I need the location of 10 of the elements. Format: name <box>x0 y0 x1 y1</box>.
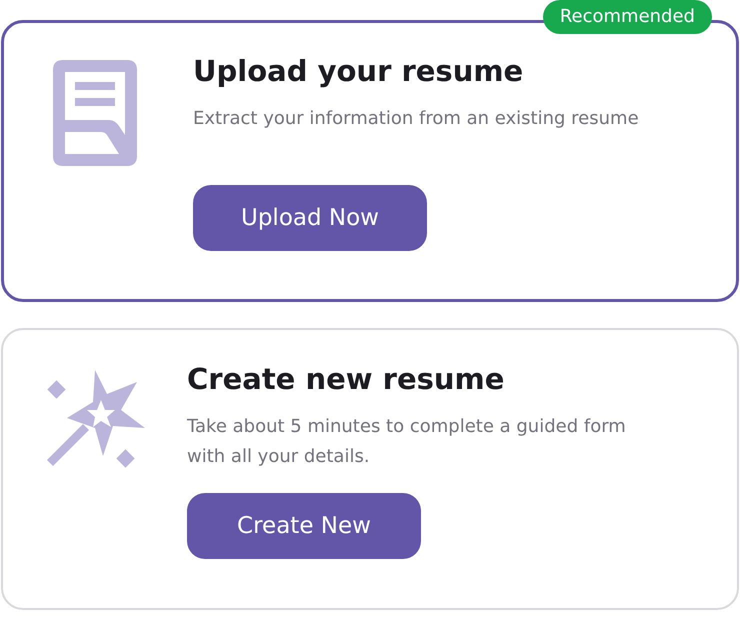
option-title: Create new resume <box>187 361 504 398</box>
option-card[interactable]: Create new resume Take about 5 minutes to complete a guided form with all your details. Create New <box>1 328 739 610</box>
option-title: Upload your resume <box>193 53 524 90</box>
magic-wand-icon <box>47 370 147 470</box>
action-button[interactable]: Create New <box>187 493 421 559</box>
document-icon <box>53 60 137 166</box>
action-button[interactable]: Upload Now <box>193 185 427 251</box>
recommended-badge: Recommended <box>542 0 712 34</box>
option-description: Take about 5 minutes to complete a guided form with all your details. <box>187 415 627 469</box>
option-description: Extract your information from an existing resume <box>193 107 640 131</box>
